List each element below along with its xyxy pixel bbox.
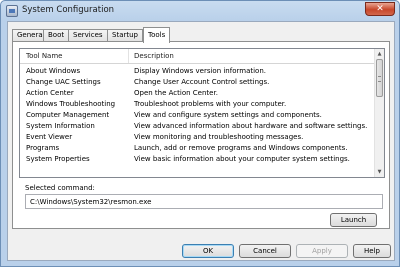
tool-name-cell: Windows Troubleshooting (26, 100, 116, 108)
tool-name-cell: System Information (26, 122, 95, 130)
tool-description-cell: Troubleshoot problems with your computer… (134, 100, 287, 108)
tools-tab-panel: Tool Name Description About Windows Displ… (12, 41, 390, 229)
tool-description-cell: Change User Account Control settings. (134, 78, 270, 86)
list-item[interactable]: Computer Management View and configure sy… (20, 110, 376, 121)
selected-command-field[interactable]: C:\Windows\System32\resmon.exe (25, 194, 383, 209)
column-header-tool-name[interactable]: Tool Name (26, 52, 62, 60)
list-rows: About Windows Display Windows version inf… (20, 66, 376, 165)
dialog-client-area: General Boot Services Startup Tools Tool… (7, 21, 395, 261)
tool-description-cell: View advanced information about hardware… (134, 122, 368, 130)
title-bar[interactable]: System Configuration ✕ (1, 1, 399, 21)
cancel-button[interactable]: Cancel (239, 244, 291, 258)
list-item[interactable]: System Information View advanced informat… (20, 121, 376, 132)
window-title: System Configuration (22, 5, 115, 15)
tool-description-cell: View basic information about your comput… (134, 155, 350, 163)
list-item[interactable]: Windows Troubleshooting Troubleshoot prob… (20, 99, 376, 110)
system-configuration-window: System Configuration ✕ General Boot Serv… (0, 0, 400, 267)
scroll-thumb[interactable] (376, 59, 383, 97)
list-item[interactable]: System Properties View basic information … (20, 154, 376, 165)
tool-description-cell: Launch, add or remove programs and Windo… (134, 144, 348, 152)
ok-button[interactable]: OK (182, 244, 234, 258)
tool-name-cell: Action Center (26, 89, 74, 97)
tool-description-cell: View monitoring and troubleshooting mess… (134, 133, 304, 141)
tool-name-cell: Programs (26, 144, 60, 152)
scroll-down-arrow-icon[interactable]: ▼ (375, 167, 384, 177)
column-divider[interactable] (128, 49, 129, 63)
launch-button[interactable]: Launch (330, 213, 377, 227)
list-item[interactable]: Programs Launch, add or remove programs a… (20, 143, 376, 154)
tool-description-cell: Open the Action Center. (134, 89, 218, 97)
tool-name-cell: About Windows (26, 67, 81, 75)
tool-name-cell: Event Viewer (26, 133, 73, 141)
close-button[interactable]: ✕ (365, 2, 395, 16)
column-header-description[interactable]: Description (134, 52, 174, 60)
tool-name-cell: Computer Management (26, 111, 110, 119)
list-header: Tool Name Description (20, 49, 376, 64)
tools-list[interactable]: Tool Name Description About Windows Displ… (19, 48, 385, 178)
vertical-scrollbar[interactable]: ▲ ▼ (374, 49, 384, 177)
tool-name-cell: Change UAC Settings (26, 78, 101, 86)
apply-button[interactable]: Apply (296, 244, 348, 258)
tool-name-cell: System Properties (26, 155, 90, 163)
help-button[interactable]: Help (353, 244, 391, 258)
system-configuration-app-icon (6, 5, 18, 17)
tool-description-cell: Display Windows version information. (134, 67, 266, 75)
list-item[interactable]: Event Viewer View monitoring and troubles… (20, 132, 376, 143)
list-item[interactable]: About Windows Display Windows version inf… (20, 66, 376, 77)
list-item[interactable]: Change UAC Settings Change User Account C… (20, 77, 376, 88)
list-item[interactable]: Action Center Open the Action Center. (20, 88, 376, 99)
selected-command-label: Selected command: (25, 184, 95, 192)
scroll-up-arrow-icon[interactable]: ▲ (375, 49, 384, 59)
tab-tools[interactable]: Tools (143, 27, 171, 43)
tool-description-cell: View and configure system settings and c… (134, 111, 322, 119)
